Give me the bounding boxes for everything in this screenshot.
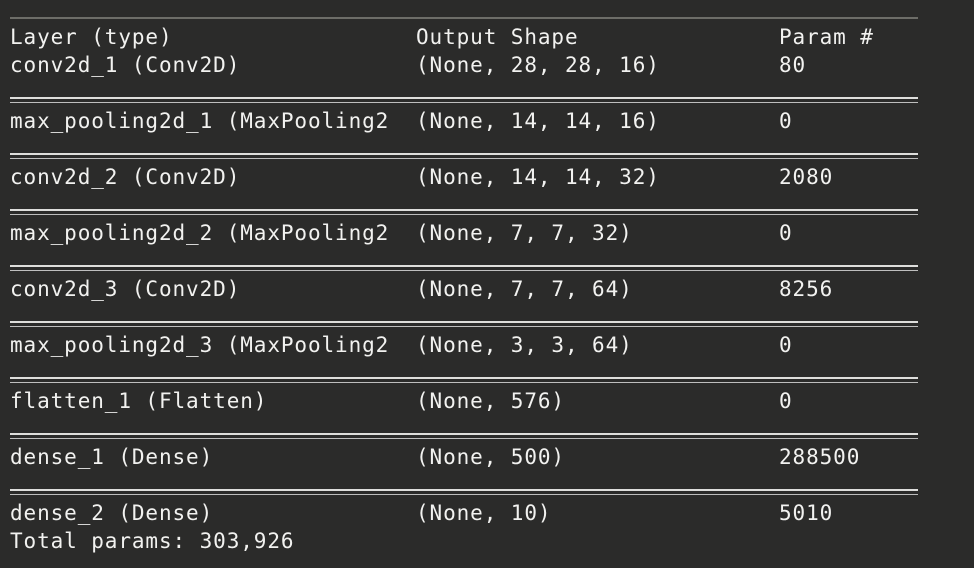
table-row: max_pooling2d_2 (MaxPooling2 (None, 7, 7… (0, 219, 974, 247)
layer-name: conv2d_1 (Conv2D) (10, 53, 241, 77)
table-header: Layer (type) Output Shape Param # (0, 23, 974, 51)
param-count: 0 (779, 221, 793, 245)
output-shape: (None, 14, 14, 32) (416, 165, 660, 189)
row-separator (10, 97, 918, 103)
layer-name: max_pooling2d_3 (MaxPooling2 (10, 333, 390, 357)
output-shape: (None, 7, 7, 32) (416, 221, 633, 245)
header-output-shape: Output Shape (416, 25, 579, 49)
layer-name: dense_2 (Dense) (10, 501, 214, 525)
param-count: 8256 (779, 277, 834, 301)
header-layer: Layer (type) (10, 25, 173, 49)
header-param-count: Param # (779, 25, 874, 49)
layer-name: conv2d_3 (Conv2D) (10, 277, 241, 301)
output-shape: (None, 28, 28, 16) (416, 53, 660, 77)
param-count: 2080 (779, 165, 834, 189)
table-row: max_pooling2d_1 (MaxPooling2 (None, 14, … (0, 107, 974, 135)
output-shape: (None, 3, 3, 64) (416, 333, 633, 357)
layer-name: max_pooling2d_2 (MaxPooling2 (10, 221, 390, 245)
row-separator (10, 377, 918, 383)
layer-name: max_pooling2d_1 (MaxPooling2 (10, 109, 390, 133)
table-row: max_pooling2d_3 (MaxPooling2 (None, 3, 3… (0, 331, 974, 359)
row-separator (10, 433, 918, 439)
table-row: conv2d_3 (Conv2D) (None, 7, 7, 64) 8256 (0, 275, 974, 303)
row-separator (10, 321, 918, 327)
row-separator (10, 489, 918, 495)
terminal-window: Layer (type) Output Shape Param # conv2d… (0, 0, 974, 568)
output-shape: (None, 7, 7, 64) (416, 277, 633, 301)
top-separator (10, 17, 918, 19)
output-shape: (None, 14, 14, 16) (416, 109, 660, 133)
layer-name: conv2d_2 (Conv2D) (10, 165, 241, 189)
row-separator (10, 265, 918, 271)
table-row: conv2d_1 (Conv2D) (None, 28, 28, 16) 80 (0, 51, 974, 79)
param-count: 288500 (779, 445, 861, 469)
layer-name: flatten_1 (Flatten) (10, 389, 268, 413)
output-shape: (None, 576) (416, 389, 565, 413)
row-separator (10, 153, 918, 159)
row-separator (10, 209, 918, 215)
param-count: 0 (779, 109, 793, 133)
output-shape: (None, 10) (416, 501, 552, 525)
param-count: 0 (779, 333, 793, 357)
param-count: 5010 (779, 501, 834, 525)
layer-name: dense_1 (Dense) (10, 445, 214, 469)
param-count: 80 (779, 53, 807, 77)
table-row: conv2d_2 (Conv2D) (None, 14, 14, 32) 208… (0, 163, 974, 191)
table-row: dense_1 (Dense) (None, 500) 288500 (0, 443, 974, 471)
param-count: 0 (779, 389, 793, 413)
table-row: dense_2 (Dense) (None, 10) 5010 (0, 499, 974, 527)
total-params: Total params: 303,926 (10, 529, 295, 553)
output-shape: (None, 500) (416, 445, 565, 469)
table-row: flatten_1 (Flatten) (None, 576) 0 (0, 387, 974, 415)
